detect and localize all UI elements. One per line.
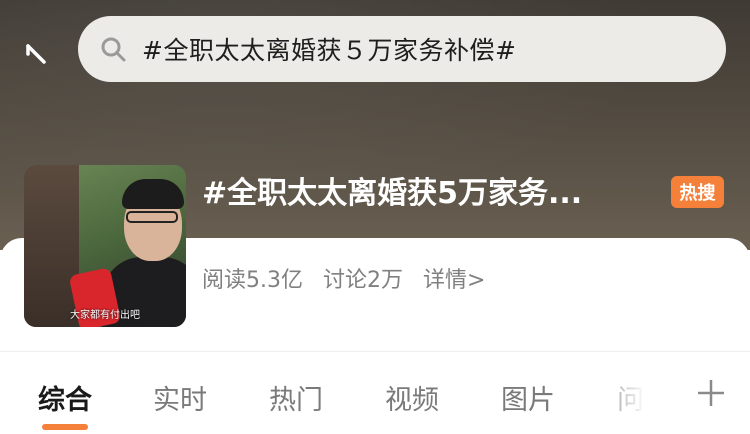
thumbnail-background [24, 165, 79, 327]
plus-icon[interactable] [694, 376, 728, 410]
topic-title: #全职太太离婚获5万家务... [202, 176, 583, 211]
back-arrow-icon [26, 44, 46, 64]
divider [0, 351, 750, 352]
read-count: 阅读5.3亿 [202, 268, 303, 293]
thumbnail-caption: 大家都有付出吧 [70, 310, 140, 321]
details-link[interactable]: 详情> [423, 262, 485, 294]
search-bar[interactable]: #全职太太离婚获５万家务补偿# [78, 16, 726, 82]
active-tab-indicator [42, 424, 88, 430]
topic-stats: 阅读5.3亿 讨论2万 详情> [202, 262, 485, 294]
tab-overflow-fade [590, 372, 670, 422]
tab-realtime[interactable]: 实时 [153, 378, 207, 417]
discussion-count: 讨论2万 [323, 268, 403, 293]
tab-comprehensive[interactable]: 综合 [38, 378, 92, 417]
search-query-text[interactable]: #全职太太离婚获５万家务补偿# [142, 31, 516, 67]
back-button[interactable] [18, 34, 54, 70]
thumbnail-person-glasses [126, 211, 178, 223]
tab-hot[interactable]: 热门 [269, 378, 323, 417]
thumbnail-person-hair [122, 179, 184, 209]
tab-video[interactable]: 视频 [385, 378, 439, 417]
hot-search-badge: 热搜 [671, 176, 724, 208]
search-icon [101, 37, 126, 62]
tab-bar: 综合 实时 热门 视频 图片 问答 [0, 372, 750, 430]
tab-images[interactable]: 图片 [501, 378, 555, 417]
topic-thumbnail[interactable]: 大家都有付出吧 [24, 165, 186, 327]
